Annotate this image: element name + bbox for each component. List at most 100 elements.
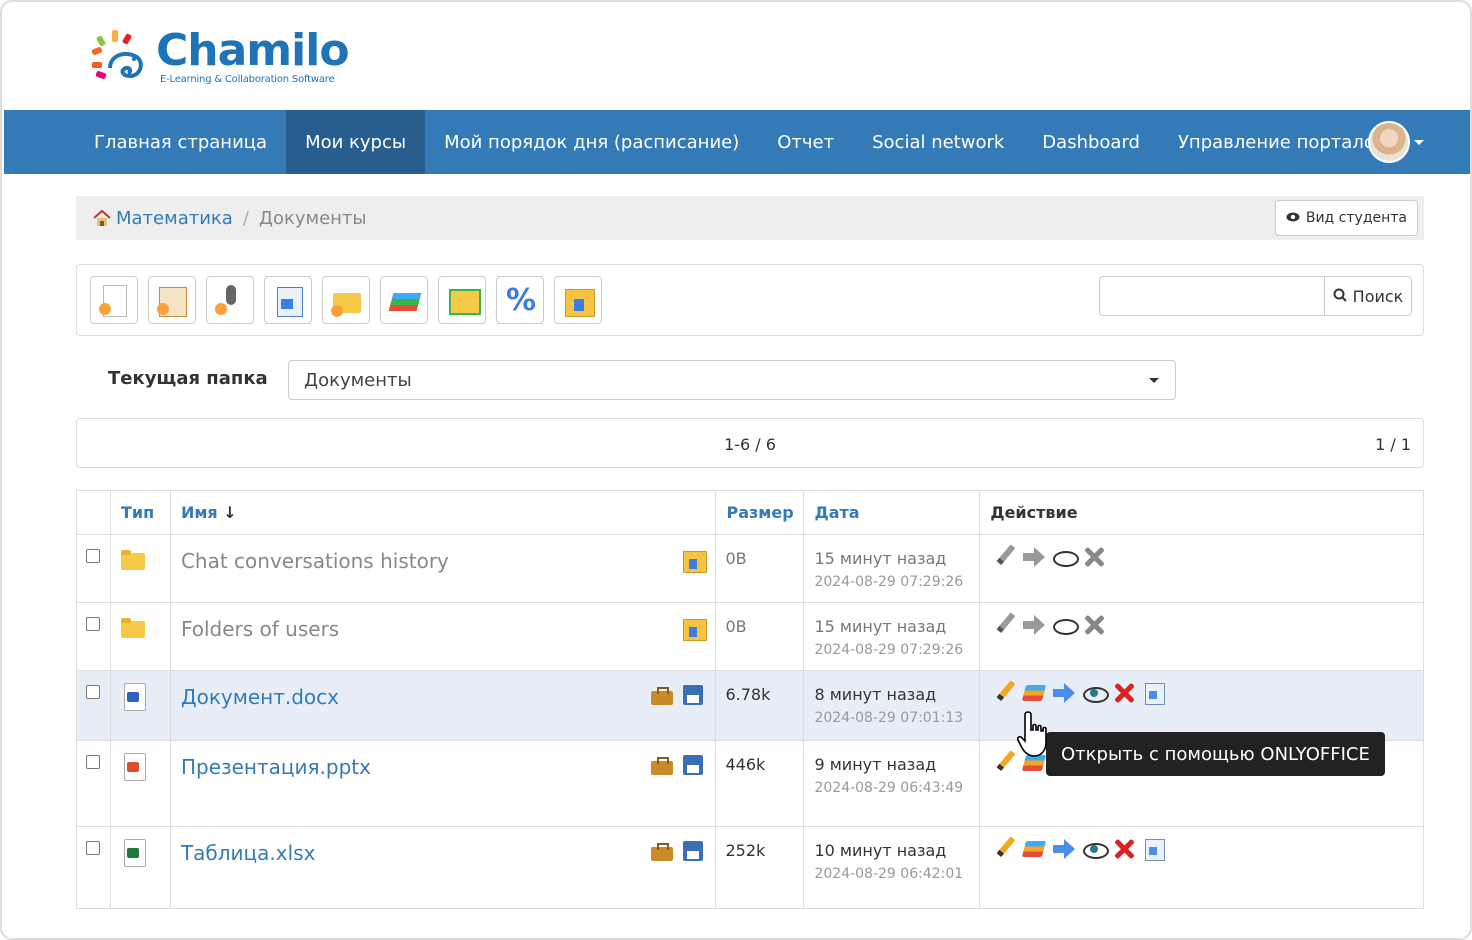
save-icon[interactable] [681,753,705,777]
current-folder-value: Документы [304,369,412,391]
move-icon[interactable] [1052,681,1076,705]
visibility-icon[interactable] [1052,545,1080,569]
nav-reporting[interactable]: Отчет [758,110,853,174]
edit-icon[interactable] [987,832,1021,866]
replace-file-icon[interactable] [1142,681,1166,705]
file-name-link[interactable]: Презентация.pptx [181,755,716,779]
delete-icon[interactable] [1082,613,1106,637]
documents-table: Тип Имя ↓ Размер Дата Действие Chat conv… [76,490,1424,909]
nav-agenda[interactable]: Мой порядок дня (расписание) [425,110,758,174]
visibility-icon[interactable] [1082,681,1110,705]
file-name-link[interactable]: Документ.docx [181,685,716,709]
row-checkbox[interactable] [86,617,100,631]
edit-icon[interactable] [987,608,1021,642]
file-name-link[interactable]: Folders of users [181,617,716,641]
quota-button[interactable]: % [496,276,544,324]
student-view-button[interactable]: Вид студента [1274,200,1418,236]
file-size: 252k [725,841,766,860]
nav-social-network[interactable]: Social network [853,110,1023,174]
student-view-label: Вид студента [1305,210,1407,226]
move-icon[interactable] [1022,613,1046,637]
create-document-button[interactable] [90,276,138,324]
breadcrumb-current: Документы [258,207,367,229]
download-folder-icon[interactable] [681,547,708,573]
file-name-link[interactable]: Таблица.xlsx [181,841,716,865]
briefcase-icon[interactable] [649,683,674,707]
visibility-icon[interactable] [1082,837,1110,861]
onlyoffice-open-icon[interactable] [1022,681,1046,705]
user-menu-caret-icon[interactable] [1414,140,1424,145]
main-navbar: Главная страница Мои курсы Мой порядок д… [4,110,1470,174]
file-size: 446k [725,755,766,774]
date-relative: 8 минут назад [814,685,937,704]
replace-file-icon[interactable] [1142,837,1166,861]
nav-my-courses[interactable]: Мои курсы [286,110,426,174]
breadcrumb-course-label: Математика [116,207,233,229]
date-absolute: 2024-08-29 06:43:49 [814,780,964,796]
date-header[interactable]: Дата [803,490,981,535]
file-name-link[interactable]: Chat conversations history [181,549,716,573]
logo-name: Chamilo [156,25,350,76]
breadcrumb-course-link[interactable]: Математика [92,208,233,229]
nav-dashboard[interactable]: Dashboard [1023,110,1159,174]
slideshow-button[interactable] [438,276,486,324]
edit-icon[interactable] [987,540,1021,574]
onlyoffice-open-icon[interactable] [1022,837,1046,861]
briefcase-icon[interactable] [649,753,674,777]
nav-home[interactable]: Главная страница [4,110,286,174]
visibility-icon[interactable] [1052,613,1080,637]
row-checkbox[interactable] [86,549,100,563]
search-input[interactable] [1099,276,1325,316]
search-button[interactable]: Поиск [1324,276,1412,316]
documents-toolbar: % Поиск [76,264,1424,336]
row-checkbox[interactable] [86,685,100,699]
name-header[interactable]: Имя ↓ [169,490,717,535]
date-absolute: 2024-08-29 07:01:13 [814,710,964,726]
file-size: 0B [725,617,747,636]
percent-icon: % [505,283,537,318]
create-document-icon [99,285,131,317]
name-header-label: Имя [180,503,218,522]
search-button-label: Поиск [1352,286,1404,306]
home-icon [92,209,112,227]
current-folder-select[interactable]: Документы [288,360,1176,400]
page-count: 1 / 1 [1375,435,1411,454]
move-icon[interactable] [1022,545,1046,569]
table-row: Folders of users 0B 15 минут назад 2024-0… [76,602,1424,671]
upload-button[interactable] [264,276,312,324]
sort-desc-icon: ↓ [223,503,237,522]
onlyoffice-create-button[interactable] [380,276,428,324]
download-all-button[interactable] [554,276,602,324]
user-avatar[interactable] [1368,121,1410,163]
size-header[interactable]: Размер [715,490,805,535]
table-header: Тип Имя ↓ Размер Дата Действие [76,490,1424,535]
save-icon[interactable] [681,839,705,863]
row-checkbox[interactable] [86,755,100,769]
delete-icon[interactable] [1112,681,1136,705]
current-folder-label: Текущая папка [108,368,268,389]
table-row: Таблица.xlsx 252k 10 минут назад 2024-08-… [76,826,1424,909]
date-relative: 15 минут назад [814,549,947,568]
row-checkbox[interactable] [86,841,100,855]
slideshow-icon [447,285,481,317]
move-icon[interactable] [1052,837,1076,861]
save-icon[interactable] [681,683,705,707]
table-row: Документ.docx 6.78k 8 минут назад 2024-08… [76,670,1424,741]
word-file-icon [121,683,147,711]
record-audio-button[interactable] [206,276,254,324]
logo-tagline: E-Learning & Collaboration Software [160,74,335,85]
new-folder-button[interactable] [322,276,370,324]
type-header[interactable]: Тип [109,490,171,535]
delete-icon[interactable] [1112,837,1136,861]
breadcrumb: Математика / Документы Вид студента [76,196,1424,240]
chamilo-logo[interactable]: Chamilo E-Learning & Collaboration Softw… [88,25,350,88]
template-icon [157,285,189,317]
excel-file-icon [121,839,147,867]
edit-icon[interactable] [987,676,1021,710]
users-folder-icon [120,615,147,641]
download-folder-icon[interactable] [681,615,708,641]
date-relative: 10 минут назад [814,841,947,860]
briefcase-icon[interactable] [649,839,674,863]
delete-icon[interactable] [1082,545,1106,569]
template-button[interactable] [148,276,196,324]
